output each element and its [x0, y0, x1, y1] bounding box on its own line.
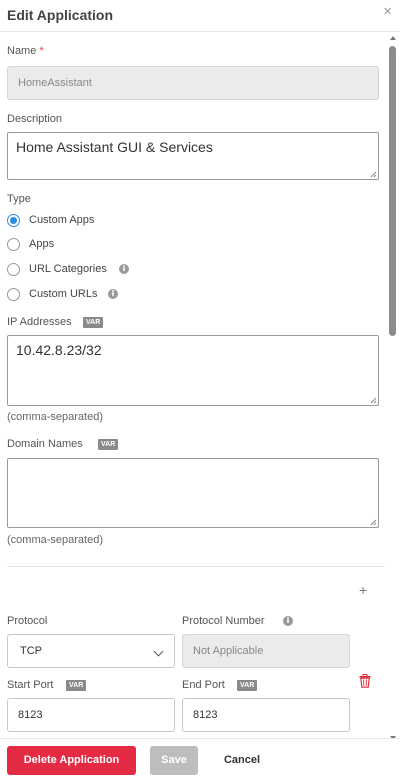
- radio-custom-urls-label: Custom URLs: [29, 288, 98, 300]
- scrollbar-thumb[interactable]: [389, 46, 396, 336]
- var-badge: VAR: [83, 317, 104, 328]
- radio-url-categories-label: URL Categories: [29, 263, 107, 275]
- protocol-value: TCP: [20, 645, 42, 657]
- info-icon[interactable]: i: [283, 616, 293, 626]
- trash-icon[interactable]: [359, 674, 371, 688]
- ip-addresses-hint: (comma-separated): [7, 411, 103, 423]
- ip-addresses-textarea[interactable]: 10.42.8.23/32: [7, 335, 379, 406]
- protocol-number-label: Protocol Number: [182, 615, 265, 627]
- end-port-label: End Port: [182, 679, 225, 691]
- dialog-header: Edit Application ×: [0, 0, 400, 32]
- radio-custom-urls[interactable]: [7, 288, 20, 301]
- close-icon[interactable]: ×: [383, 4, 392, 20]
- delete-application-button[interactable]: Delete Application: [7, 746, 136, 775]
- end-port-input[interactable]: 8123: [182, 698, 350, 732]
- description-label: Description: [7, 113, 63, 125]
- start-port-label: Start Port: [7, 679, 54, 691]
- dialog-title: Edit Application: [7, 7, 114, 23]
- domain-names-hint: (comma-separated): [7, 534, 103, 546]
- radio-custom-apps[interactable]: [7, 214, 20, 227]
- radio-apps-label: Apps: [29, 238, 55, 250]
- resize-grip-icon[interactable]: [370, 397, 377, 404]
- var-badge: VAR: [237, 680, 258, 691]
- section-divider: [7, 566, 385, 567]
- info-icon[interactable]: i: [108, 289, 118, 299]
- type-label: Type: [7, 193, 31, 205]
- protocol-number-input[interactable]: Not Applicable: [182, 634, 350, 668]
- plus-icon[interactable]: +: [359, 582, 367, 598]
- domain-names-label: Domain Names: [7, 438, 83, 450]
- resize-grip-icon[interactable]: [370, 519, 377, 526]
- start-port-input[interactable]: 8123: [7, 698, 175, 732]
- save-button[interactable]: Save: [150, 746, 198, 775]
- resize-grip-icon[interactable]: [370, 171, 377, 178]
- radio-url-categories[interactable]: [7, 263, 20, 276]
- scroll-up-arrow-icon[interactable]: [390, 36, 396, 40]
- name-label-text: Name: [7, 45, 37, 57]
- protocol-label: Protocol: [7, 615, 48, 627]
- protocol-select[interactable]: TCP: [7, 634, 175, 668]
- dialog-body: Name * HomeAssistant Description Home Ass…: [0, 32, 386, 738]
- ip-addresses-value: 10.42.8.23/32: [16, 342, 102, 358]
- info-icon[interactable]: i: [119, 264, 129, 274]
- scrollbar[interactable]: [388, 36, 398, 740]
- ip-addresses-label: IP Addresses: [7, 316, 72, 328]
- var-badge: VAR: [98, 439, 119, 450]
- required-marker: *: [39, 45, 44, 57]
- domain-names-textarea[interactable]: [7, 458, 379, 528]
- dialog-footer: Delete Application Save Cancel: [0, 738, 400, 780]
- name-label: Name *: [7, 45, 44, 57]
- name-input[interactable]: HomeAssistant: [7, 66, 379, 100]
- radio-custom-apps-label: Custom Apps: [29, 214, 95, 226]
- description-value: Home Assistant GUI & Services: [16, 139, 213, 155]
- chevron-down-icon: [153, 646, 164, 657]
- description-textarea[interactable]: Home Assistant GUI & Services: [7, 132, 379, 180]
- radio-apps[interactable]: [7, 238, 20, 251]
- cancel-button[interactable]: Cancel: [214, 746, 270, 775]
- var-badge: VAR: [66, 680, 87, 691]
